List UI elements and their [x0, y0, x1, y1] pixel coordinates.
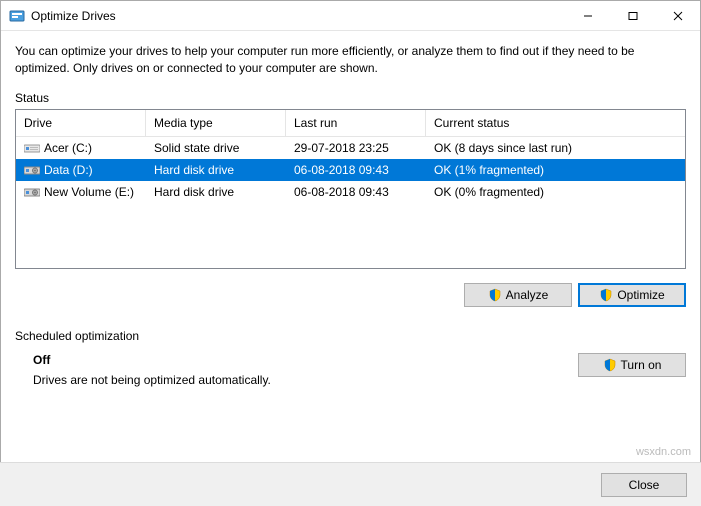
- column-header-media[interactable]: Media type: [146, 110, 286, 136]
- column-header-lastrun[interactable]: Last run: [286, 110, 426, 136]
- watermark-text: wsxdn.com: [636, 446, 691, 458]
- drive-name: New Volume (E:): [44, 185, 134, 199]
- footer-bar: Close: [0, 462, 701, 506]
- window-title: Optimize Drives: [31, 9, 565, 23]
- analyze-label: Analyze: [506, 288, 549, 302]
- column-header-status[interactable]: Current status: [426, 110, 685, 136]
- titlebar: Optimize Drives: [1, 1, 700, 31]
- app-icon: [9, 8, 25, 24]
- list-header: Drive Media type Last run Current status: [16, 110, 685, 137]
- shield-icon: [599, 288, 613, 302]
- action-buttons-row: Analyze Optimize: [15, 283, 686, 307]
- scheduled-label: Scheduled optimization: [15, 329, 686, 343]
- table-row[interactable]: Acer (C:) Solid state drive29-07-2018 23:…: [16, 137, 685, 159]
- current-status: OK (0% fragmented): [426, 183, 685, 201]
- main-content: You can optimize your drives to help you…: [1, 31, 700, 387]
- table-row[interactable]: New Volume (E:) Hard disk drive06-08-2018…: [16, 181, 685, 203]
- analyze-button[interactable]: Analyze: [464, 283, 572, 307]
- close-window-button[interactable]: [655, 1, 700, 31]
- media-type: Hard disk drive: [146, 183, 286, 201]
- current-status: OK (1% fragmented): [426, 161, 685, 179]
- close-label: Close: [629, 478, 660, 492]
- scheduled-desc: Drives are not being optimized automatic…: [33, 373, 271, 387]
- scheduled-info: Off Drives are not being optimized autom…: [33, 353, 271, 387]
- drive-icon: [24, 164, 40, 176]
- drive-icon: [24, 186, 40, 198]
- table-row[interactable]: Data (D:) Hard disk drive06-08-2018 09:43…: [16, 159, 685, 181]
- media-type: Hard disk drive: [146, 161, 286, 179]
- minimize-button[interactable]: [565, 1, 610, 31]
- scheduled-state: Off: [33, 353, 271, 367]
- shield-icon: [603, 358, 617, 372]
- turn-on-button[interactable]: Turn on: [578, 353, 686, 377]
- scheduled-section: Scheduled optimization Off Drives are no…: [15, 329, 686, 387]
- drive-icon: [24, 142, 40, 154]
- column-header-drive[interactable]: Drive: [16, 110, 146, 136]
- turn-on-label: Turn on: [621, 358, 662, 372]
- last-run: 06-08-2018 09:43: [286, 183, 426, 201]
- drive-name: Data (D:): [44, 163, 93, 177]
- description-text: You can optimize your drives to help you…: [15, 43, 686, 77]
- last-run: 06-08-2018 09:43: [286, 161, 426, 179]
- close-button[interactable]: Close: [601, 473, 687, 497]
- maximize-button[interactable]: [610, 1, 655, 31]
- optimize-button[interactable]: Optimize: [578, 283, 686, 307]
- shield-icon: [488, 288, 502, 302]
- current-status: OK (8 days since last run): [426, 139, 685, 157]
- media-type: Solid state drive: [146, 139, 286, 157]
- optimize-label: Optimize: [617, 288, 664, 302]
- last-run: 29-07-2018 23:25: [286, 139, 426, 157]
- drive-name: Acer (C:): [44, 141, 92, 155]
- drives-list: Drive Media type Last run Current status…: [15, 109, 686, 269]
- status-section-label: Status: [15, 91, 686, 105]
